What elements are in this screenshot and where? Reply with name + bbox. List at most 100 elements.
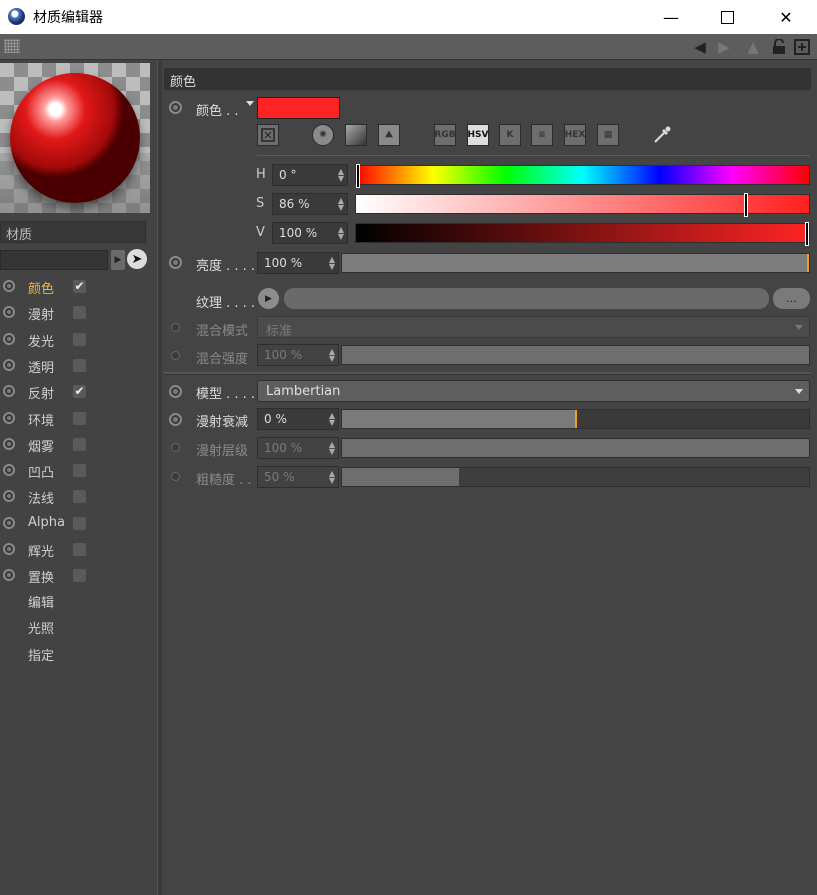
channel-label[interactable]: 漫射 [28,304,54,323]
search-arrow-icon[interactable]: ▶ [111,250,125,270]
spinner-icon[interactable]: ▲ ▼ [329,412,335,427]
color-wheel-icon[interactable]: ✺ [312,124,334,146]
minimize-button[interactable]: — [643,0,699,34]
s-value-field[interactable]: 86 % ▲ ▼ [272,193,348,215]
spinner-icon[interactable]: ▲ ▼ [329,441,335,456]
channel-radio[interactable] [3,516,15,529]
channel-checkbox[interactable] [73,306,86,320]
maximize-button[interactable] [699,0,755,34]
channel-row[interactable]: 凹凸 [0,460,157,484]
gradient-mode-icon[interactable] [345,124,367,146]
channel-checkbox[interactable]: ✔ [73,385,86,399]
level-value-field[interactable]: 100 % ▲ ▼ [257,437,339,459]
channel-radio[interactable] [3,411,15,424]
brightness-marker[interactable] [807,254,809,272]
texture-arrow-icon[interactable]: ▶ [258,288,279,309]
channel-row[interactable]: 反射 ✔ [0,381,157,405]
spinner-icon[interactable]: ▲ ▼ [338,226,344,241]
material-search-input[interactable] [0,250,108,270]
channel-row[interactable]: Alpha [0,513,157,537]
mode-rgb-button[interactable]: RGB [434,124,456,146]
color-dropdown-caret-icon[interactable] [246,101,254,106]
falloff-anim-radio[interactable] [169,413,182,426]
close-button[interactable]: ✕ [758,0,814,34]
spectrum-mode-icon[interactable] [257,124,279,146]
channel-row[interactable]: 法线 [0,486,157,510]
channel-label[interactable]: 颜色 [28,278,54,297]
channel-radio[interactable] [3,437,15,450]
saturation-slider-handle[interactable] [743,193,748,217]
eyedropper-icon[interactable] [651,124,675,148]
saturation-slider[interactable] [355,193,810,217]
falloff-slider[interactable] [341,409,810,429]
channel-radio[interactable] [3,385,15,398]
new-window-icon[interactable] [792,37,812,56]
mode-mixer-button[interactable]: ≡ [531,124,553,146]
channel-edit[interactable]: 编辑 [28,592,54,611]
channel-radio[interactable] [3,464,15,477]
channel-radio[interactable] [3,332,15,345]
mode-hsv-button[interactable]: HSV [467,124,489,146]
channel-checkbox[interactable] [73,411,86,425]
channel-label[interactable]: 置换 [28,567,54,586]
falloff-marker[interactable] [574,410,577,428]
channel-label[interactable]: 反射 [28,383,54,402]
blend-mode-anim-radio[interactable] [171,323,180,332]
level-anim-radio[interactable] [171,443,180,452]
mode-hex-button[interactable]: HEX [564,124,586,146]
color-swatch[interactable] [257,97,340,119]
back-arrow-icon[interactable]: ◀ [688,37,712,56]
channel-radio[interactable] [3,543,15,555]
image-mode-icon[interactable]: ⛰ [378,124,400,146]
up-arrow-icon[interactable]: ▲ [742,37,764,56]
grip-icon[interactable] [4,39,20,53]
spinner-icon[interactable]: ▲ ▼ [338,197,344,212]
mode-k-button[interactable]: K [499,124,521,146]
lock-icon[interactable] [770,37,788,56]
channel-label[interactable]: 烟雾 [28,436,54,455]
v-value-field[interactable]: 100 % ▲ ▼ [272,222,348,244]
channel-checkbox[interactable] [73,569,86,583]
h-value-field[interactable]: 0 ° ▲ ▼ [272,164,348,186]
channel-row[interactable]: 漫射 [0,302,157,326]
blend-strength-slider[interactable] [341,345,810,365]
channel-radio[interactable] [3,280,15,292]
roughness-value-field[interactable]: 50 % ▲ ▼ [257,466,339,488]
channel-checkbox[interactable] [73,543,86,556]
channel-radio[interactable] [3,358,15,371]
forward-arrow-icon[interactable]: ▶ [712,37,736,56]
channel-label[interactable]: 环境 [28,410,54,429]
channel-radio[interactable] [3,306,15,319]
channel-label[interactable]: 辉光 [28,541,54,560]
material-preview[interactable] [0,63,150,213]
channel-radio[interactable] [3,490,15,503]
blend-strength-value-field[interactable]: 100 % ▲ ▼ [257,344,339,366]
channel-row[interactable]: 发光 [0,329,157,353]
channel-row[interactable]: 环境 [0,408,157,432]
channel-label[interactable]: 法线 [28,488,54,507]
brightness-anim-radio[interactable] [169,256,182,269]
panel-divider[interactable] [157,60,162,895]
blend-strength-anim-radio[interactable] [171,351,180,360]
channel-radio[interactable] [3,569,15,582]
channel-checkbox[interactable] [73,490,86,504]
channel-label[interactable]: 发光 [28,331,54,350]
channel-checkbox[interactable] [73,516,86,530]
mode-swatches-button[interactable]: ▦ [597,124,619,146]
channel-checkbox[interactable] [73,464,86,478]
channel-row[interactable]: 颜色 ✔ [0,276,157,300]
channel-label[interactable]: Alpha [28,515,65,530]
material-name-field[interactable]: 材质 [0,221,146,243]
spinner-icon[interactable]: ▲ ▼ [329,256,335,271]
channel-row[interactable]: 置换 [0,565,157,589]
channel-illumination[interactable]: 光照 [28,618,54,637]
channel-checkbox[interactable] [73,437,86,451]
pick-cursor-icon[interactable]: ➤ [127,249,147,269]
channel-checkbox[interactable]: ✔ [73,280,86,293]
channel-label[interactable]: 透明 [28,357,54,376]
channel-row[interactable]: 辉光 [0,539,157,563]
channel-row[interactable]: 烟雾 [0,434,157,458]
value-slider-handle[interactable] [805,222,809,246]
brightness-slider[interactable] [341,253,810,273]
texture-slot[interactable] [284,288,769,309]
